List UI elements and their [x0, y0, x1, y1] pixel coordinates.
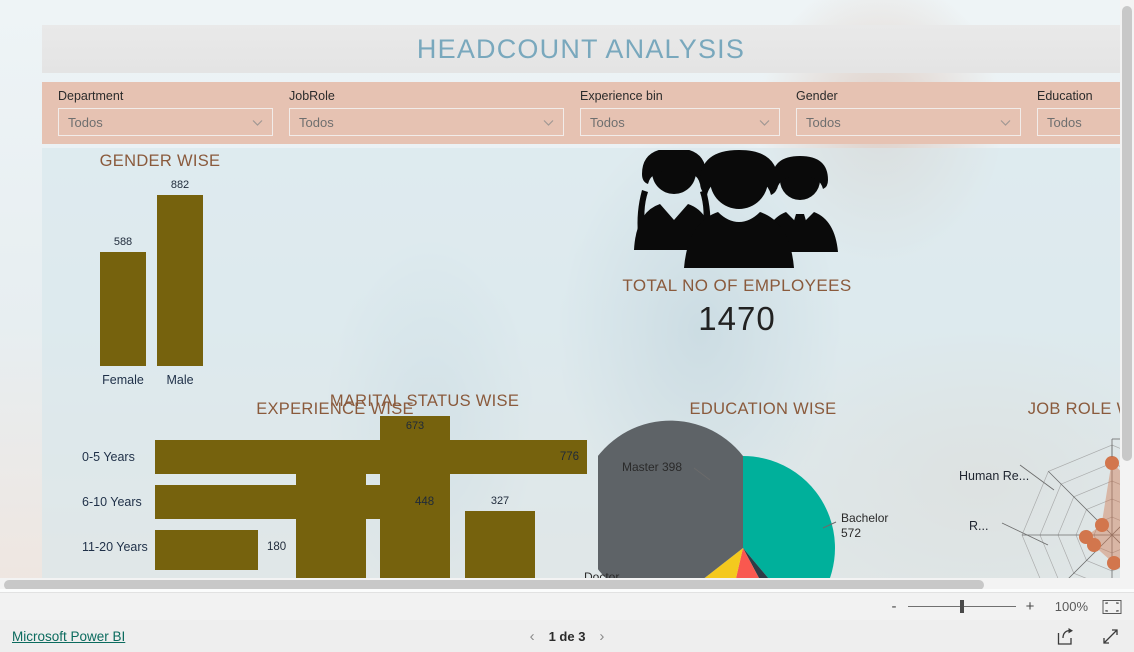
filter-department-dropdown[interactable]: Todos: [58, 108, 273, 136]
bar-male-value: 882: [170, 179, 190, 191]
visual-education-wise[interactable]: EDUCATION WISE Master 398 Bachelor 572 D…: [584, 400, 928, 589]
filter-education-dropdown[interactable]: Todos: [1037, 108, 1120, 136]
filter-jobrole: JobRole Todos: [273, 82, 564, 144]
kpi-value: 1470: [698, 300, 776, 337]
bar-0-5-years-value: 776: [559, 451, 579, 463]
filter-experience-bin: Experience bin Todos: [564, 82, 780, 144]
vertical-scrollbar-thumb[interactable]: [1122, 6, 1132, 461]
bar-male-label: Male: [166, 373, 194, 387]
svg-text:R...: R...: [969, 519, 988, 533]
report-footer: Microsoft Power BI ‹ 1 de 3 ›: [0, 620, 1134, 652]
zoom-slider-knob[interactable]: [960, 600, 964, 613]
bar-female-label: Female: [102, 373, 144, 387]
visuals-canvas: GENDER WISE 588 Female 882 Male MARITAL …: [42, 148, 1120, 589]
bar-row-11-20-years[interactable]: 11-20 Years 180: [60, 524, 610, 570]
gender-bars: 588 Female 882 Male: [60, 179, 260, 387]
bar-6-10-years[interactable]: [155, 485, 407, 519]
experience-bars: 0-5 Years 776 6-10 Years 448 11-20 Years: [60, 434, 610, 570]
chevron-right-icon[interactable]: ›: [599, 628, 604, 645]
zoom-in-button[interactable]: +: [1022, 598, 1038, 615]
bar-0-5-years[interactable]: 776: [155, 440, 587, 474]
visual-gender-title: GENDER WISE: [99, 152, 221, 170]
jobrole-radar: Sales Ex Human Re... R...: [959, 438, 1120, 589]
filter-gender-dropdown[interactable]: Todos: [796, 108, 1021, 136]
page-indicator: 1 de 3: [548, 628, 586, 644]
bar-11-20-years-value: 180: [267, 540, 287, 553]
zoom-out-button[interactable]: -: [886, 598, 902, 615]
chevron-down-icon: [999, 116, 1012, 129]
filter-gender-label: Gender: [796, 89, 838, 103]
filter-education-label: Education: [1037, 89, 1093, 103]
zoom-slider[interactable]: [908, 600, 1016, 613]
zoom-level-value: 100%: [1054, 599, 1088, 614]
bar-row-6-10-years[interactable]: 6-10 Years 448: [60, 479, 610, 524]
visual-experience-wise[interactable]: EXPERIENCE WISE 0-5 Years 776 6-10 Years…: [60, 400, 610, 589]
share-icon[interactable]: [1056, 627, 1075, 646]
visual-total-employees[interactable]: TOTAL NO OF EMPLOYEES 1470: [587, 148, 887, 390]
page-title: HEADCOUNT ANALYSIS: [416, 33, 746, 64]
horizontal-scrollbar[interactable]: [0, 578, 1120, 589]
filter-experience-bin-value: Todos: [590, 114, 625, 130]
filter-experience-bin-dropdown[interactable]: Todos: [580, 108, 780, 136]
bar-6-10-years-label: 6-10 Years: [82, 494, 142, 509]
filter-jobrole-label: JobRole: [289, 89, 335, 103]
chevron-down-icon: [251, 116, 264, 129]
visual-job-role-wise[interactable]: JOB ROLE WISE: [947, 400, 1120, 589]
report-title-band: HEADCOUNT ANALYSIS: [42, 25, 1120, 73]
bar-male[interactable]: 882 Male: [157, 179, 203, 387]
page-navigator: ‹ 1 de 3 ›: [530, 628, 605, 645]
fit-to-page-icon[interactable]: [1102, 599, 1122, 615]
vertical-scrollbar[interactable]: [1120, 0, 1134, 589]
bar-6-10-years-value: 448: [415, 495, 435, 508]
chevron-left-icon[interactable]: ‹: [530, 628, 535, 645]
zoom-toolbar: - + 100%: [0, 592, 1134, 620]
filter-gender: Gender Todos: [780, 82, 1021, 144]
filter-experience-bin-label: Experience bin: [580, 89, 663, 103]
report-page: HEADCOUNT ANALYSIS Department Todos JobR…: [42, 0, 1120, 589]
filter-department-label: Department: [58, 89, 124, 103]
filter-department: Department Todos: [42, 82, 273, 144]
bar-female-value: 588: [113, 236, 133, 248]
bar-female[interactable]: 588 Female: [100, 236, 146, 387]
footer-actions: [1056, 627, 1120, 646]
pie-label-bachelor: Bachelor 572: [841, 511, 889, 540]
bar-11-20-years[interactable]: [155, 530, 258, 570]
bar-0-5-years-label: 0-5 Years: [82, 449, 135, 464]
filter-jobrole-dropdown[interactable]: Todos: [289, 108, 564, 136]
kpi-label: TOTAL NO OF EMPLOYEES: [622, 276, 852, 295]
filter-department-value: Todos: [68, 114, 103, 130]
visual-gender-wise[interactable]: GENDER WISE 588 Female 882 Male: [60, 152, 260, 392]
report-viewport[interactable]: HEADCOUNT ANALYSIS Department Todos JobR…: [0, 0, 1120, 589]
chevron-down-icon: [758, 116, 771, 129]
chevron-down-icon: [542, 116, 555, 129]
filter-education: Education Todos: [1021, 82, 1120, 144]
powerbi-brand-link[interactable]: Microsoft Power BI: [12, 629, 125, 644]
filter-education-value: Todos: [1047, 114, 1082, 130]
svg-text:Human Re...: Human Re...: [959, 469, 1029, 483]
fullscreen-icon[interactable]: [1101, 627, 1120, 646]
education-pie: Master 398 Bachelor 572 Doctor: [584, 400, 928, 589]
horizontal-scrollbar-thumb[interactable]: [4, 580, 984, 589]
bar-row-0-5-years[interactable]: 0-5 Years 776: [60, 434, 610, 479]
powerbi-report-window: HEADCOUNT ANALYSIS Department Todos JobR…: [0, 0, 1134, 652]
bar-11-20-years-label: 11-20 Years: [82, 539, 148, 554]
filter-jobrole-value: Todos: [299, 114, 334, 130]
filter-gender-value: Todos: [806, 114, 841, 130]
pie-label-master: Master 398: [622, 460, 683, 474]
visual-experience-title: EXPERIENCE WISE: [256, 400, 414, 418]
filter-bar: Department Todos JobRole Todos Experienc…: [42, 82, 1120, 144]
people-group-icon: [612, 148, 862, 270]
